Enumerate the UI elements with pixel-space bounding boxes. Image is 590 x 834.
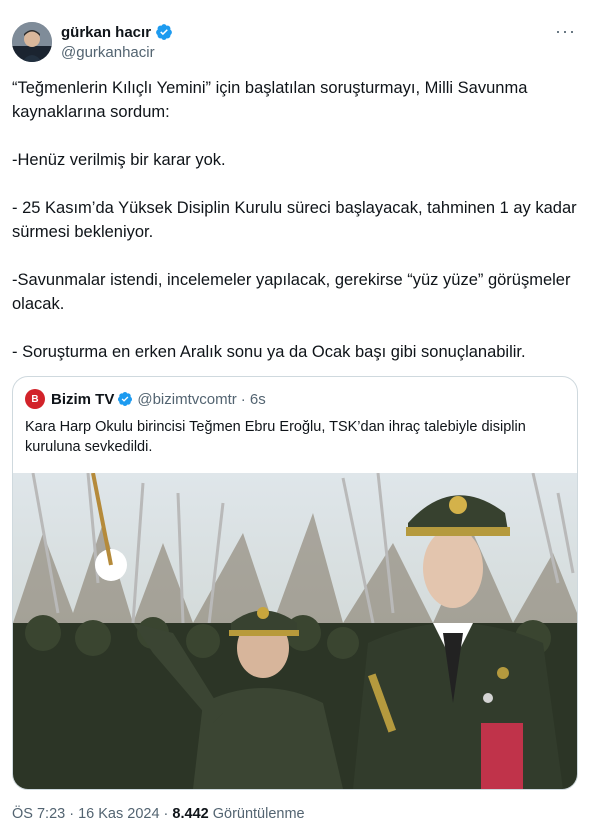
tweet-card: gürkan hacır @gurkanhacir ··· “Teğmenler… — [0, 0, 590, 834]
quoted-author-handle: @bizimtvcomtr — [137, 390, 237, 408]
verified-badge-icon — [156, 24, 172, 40]
quoted-tweet[interactable]: B Bizim TV @bizimtvcomtr · 6s Kara Harp … — [12, 376, 578, 790]
quoted-tweet-time: · 6s — [240, 390, 266, 408]
tweet-paragraph: - 25 Kasım’da Yüksek Disiplin Kurulu sür… — [12, 199, 582, 241]
tweet-paragraph: “Teğmenlerin Kılıçlı Yemini” için başlat… — [12, 79, 532, 121]
cadets-photo-image — [13, 473, 577, 789]
tweet-paragraph: - Soruşturma en erken Aralık sonu ya da … — [12, 343, 526, 361]
tweet-paragraph: -Henüz verilmiş bir karar yok. — [12, 151, 226, 169]
quoted-tweet-text: Kara Harp Okulu birincisi Teğmen Ebru Er… — [25, 419, 526, 455]
quoted-author-name: Bizim TV — [51, 390, 115, 408]
author-info: gürkan hacır @gurkanhacir — [61, 22, 173, 61]
author-avatar[interactable] — [12, 22, 52, 62]
tweet-text: “Teğmenlerin Kılıçlı Yemini” için başlat… — [12, 76, 578, 364]
tweet-meta: ÖS 7:23 · 16 Kas 2024 · 8.442 Görüntülen… — [12, 806, 305, 822]
view-count-label: Görüntülenme — [208, 806, 305, 822]
quoted-tweet-header: B Bizim TV @bizimtvcomtr · 6s — [25, 389, 266, 409]
quoted-tweet-photo[interactable] — [13, 473, 577, 789]
more-options-button[interactable]: ··· — [555, 22, 576, 40]
quoted-author-avatar: B — [25, 389, 45, 409]
verified-badge-icon — [118, 392, 133, 406]
author-display-name[interactable]: gürkan hacır — [61, 24, 151, 41]
author-handle[interactable]: @gurkanhacir — [61, 44, 173, 61]
tweet-timestamp[interactable]: ÖS 7:23 · 16 Kas 2024 · — [12, 806, 172, 822]
view-count: 8.442 — [172, 806, 209, 822]
tweet-paragraph: -Savunmalar istendi, incelemeler yapılac… — [12, 271, 576, 313]
